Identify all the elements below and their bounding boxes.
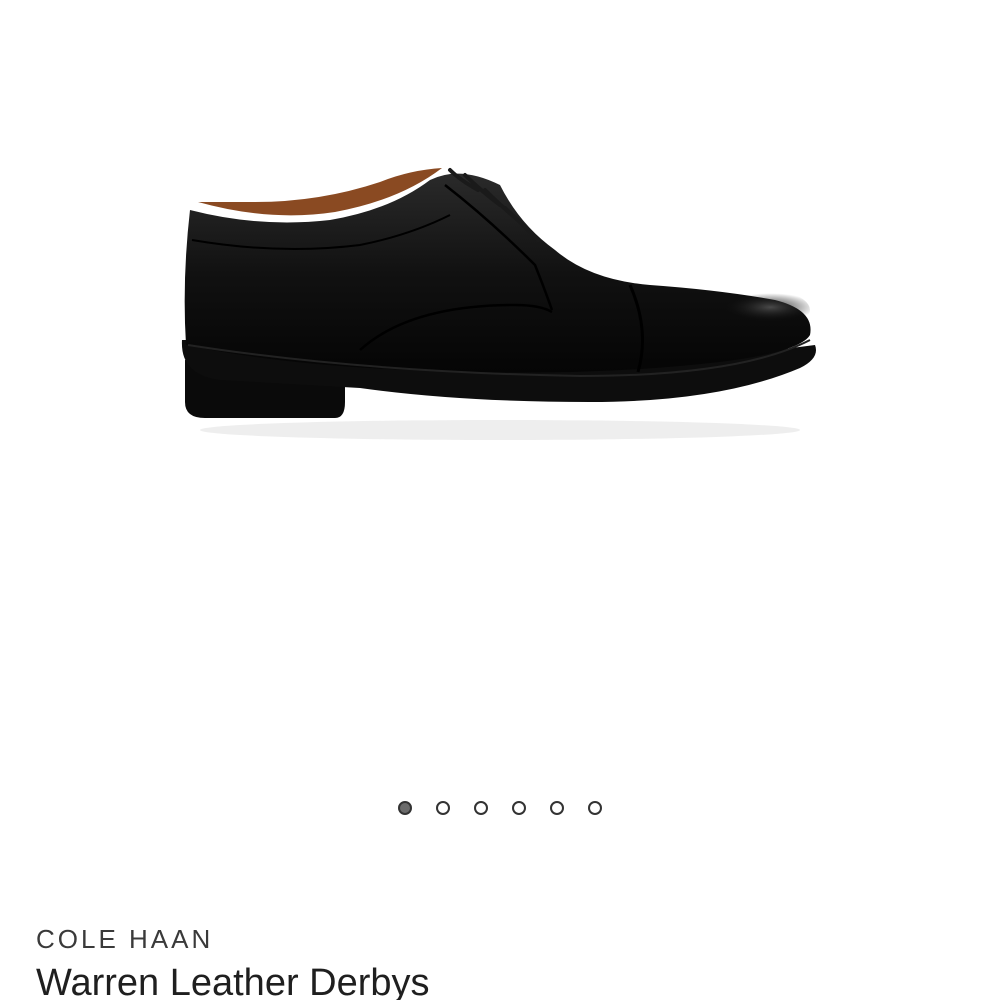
shoe-image (181, 168, 816, 440)
product-page: COLE HAAN Warren Leather Derbys (0, 0, 1000, 1000)
carousel-dot-5[interactable] (550, 801, 564, 815)
carousel-dot-6[interactable] (588, 801, 602, 815)
carousel-dot-3[interactable] (474, 801, 488, 815)
carousel-dot-1[interactable] (398, 801, 412, 815)
carousel-dot-4[interactable] (512, 801, 526, 815)
brand-name[interactable]: COLE HAAN (36, 924, 213, 955)
product-image[interactable] (160, 140, 840, 450)
product-title: Warren Leather Derbys (36, 962, 430, 1000)
image-carousel-indicators (0, 801, 1000, 815)
carousel-dot-2[interactable] (436, 801, 450, 815)
